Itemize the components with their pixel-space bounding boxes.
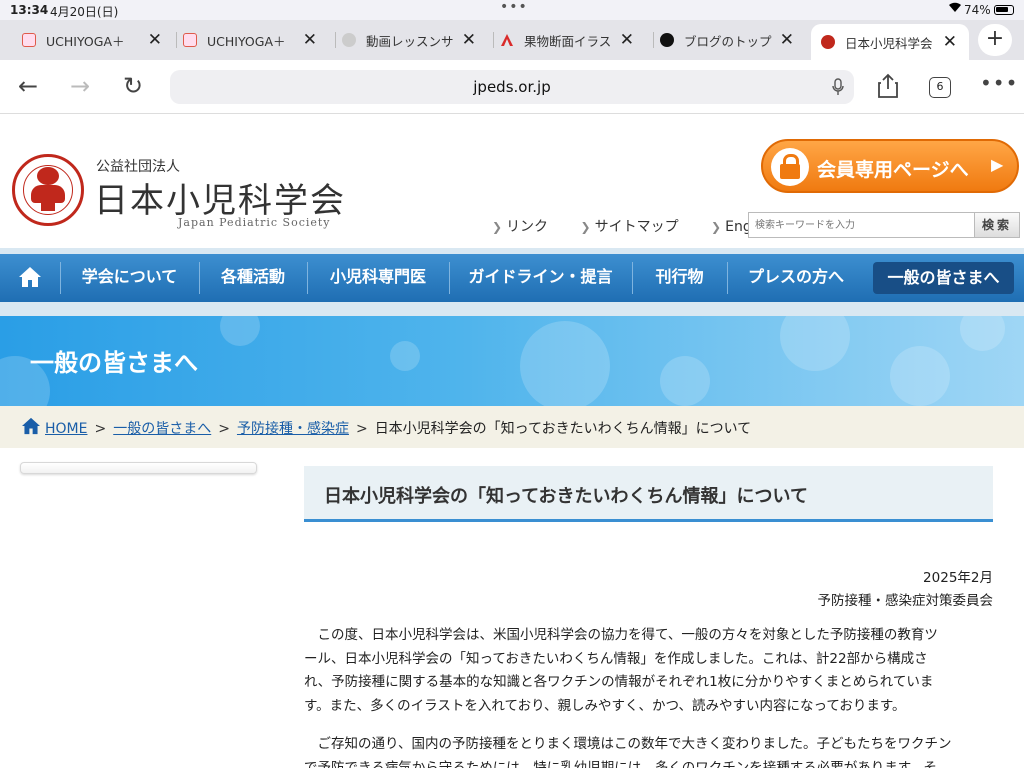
breadcrumb: HOME > 一般の皆さまへ > 予防接種・感染症 > 日本小児科学会の「知っておきたいわく… [0,406,1024,448]
member-page-button[interactable]: 会員専用ページへ ▶ [761,139,1019,193]
close-tab-icon[interactable]: ✕ [303,30,317,50]
breadcrumb-current: 日本小児科学会の「知っておきたいわくちん情報」について [374,421,752,437]
article-paragraph-1: この度、日本小児科学会は、米国小児科学会の協力を得て、一般の方々を対象とした予防… [304,624,993,720]
chevron-right-icon: ❯ [580,220,591,234]
browser-tab[interactable]: 動画レッスンサ ✕ [335,24,482,56]
chevron-right-icon: ❯ [711,220,722,234]
lock-icon [771,148,809,186]
forward-arrow-icon[interactable]: → [70,72,90,100]
breadcrumb-home-link[interactable]: HOME [45,421,87,437]
browser-tab[interactable]: UCHIYOGA＋ ✕ [22,24,168,56]
status-bar: 13:34 4月20日(日) ••• 74% [0,0,1024,20]
reload-icon[interactable]: ↻ [123,72,143,100]
article-header: 日本小児科学会の「知っておきたいわくちん情報」について [304,466,993,522]
main-nav: 学会について 各種活動 小児科専門医 ガイドライン・提言 刊行物 プレスの方へ … [0,254,1024,302]
triangle-right-icon: ▶ [991,155,1004,174]
uchiyoga-favicon-icon [183,33,197,47]
site-header: 公益社団法人 日本小児科学会 Japan Pediatric Society 会… [0,115,1024,248]
paragraph-line: す。また、多くのイラストを入れており、親しみやすく、かつ、読みやすい内容になって… [304,697,906,714]
browser-tab-bar: UCHIYOGA＋ ✕ UCHIYOGA＋ ✕ 動画レッスンサ ✕ 果物断面イラ… [0,20,1024,60]
hero-banner: 一般の皆さまへ [0,316,1024,406]
member-page-label: 会員専用ページへ [817,159,969,181]
close-tab-icon[interactable]: ✕ [943,32,957,52]
paragraph-line: この度、日本小児科学会は、米国小児科学会の協力を得て、一般の方々を対象とした予防… [304,627,938,643]
chevron-right-icon: ❯ [492,220,503,234]
nav-item-activities[interactable]: 各種活動 [199,254,307,302]
browser-toolbar: ← → ↻ jpeds.or.jp 6 ••• [0,60,1024,114]
microphone-icon[interactable] [832,70,844,108]
org-name[interactable]: 日本小児科学会 [94,173,346,222]
article-date: 2025年2月 [923,570,993,586]
adobe-favicon-icon [500,33,514,47]
browser-tab-active[interactable]: 日本小児科学会 ✕ [811,24,969,60]
nav-item-about[interactable]: 学会について [60,254,199,302]
url-text: jpeds.or.jp [473,78,551,96]
new-tab-button[interactable]: + [978,24,1012,56]
battery-percent: 74% [964,3,991,17]
more-options-icon[interactable]: ••• [980,71,1018,95]
tab-title: 動画レッスンサ [366,33,454,49]
home-icon [21,417,41,439]
article-paragraph-2: ご存知の通り、国内の予防接種をとりまく環境はこの数年で大きく変わりました。子ども… [304,733,993,768]
nav-home-button[interactable] [0,254,60,302]
nav-bottom-strip [0,302,1024,316]
status-time: 13:34 [10,3,49,17]
link-sitemap[interactable]: ❯ サイトマップ [581,219,693,235]
link-links[interactable]: ❯ リンク [492,219,562,235]
browser-tab[interactable]: UCHIYOGA＋ ✕ [176,24,323,56]
back-arrow-icon[interactable]: ← [18,72,38,100]
paragraph-line: れ、予防接種に関する基本的な知識と各ワクチンの情報がそれぞれ1枚に分かりやすくま… [304,674,934,690]
battery-icon [994,5,1014,15]
blog-favicon-icon [660,33,674,47]
share-icon[interactable] [876,73,900,105]
paragraph-line: ご存知の通り、国内の予防接種をとりまく環境はこの数年で大きく変わりました。子ども… [304,736,952,752]
hero-title: 一般の皆さまへ [30,349,198,377]
tab-title: ブログのトップ [684,33,772,49]
nav-item-press[interactable]: プレスの方へ [727,254,865,302]
globe-favicon-icon [342,33,356,47]
society-logo-icon[interactable] [12,154,84,226]
tab-title: UCHIYOGA＋ [207,33,286,49]
nav-item-guidelines[interactable]: ガイドライン・提言 [449,254,632,302]
breadcrumb-vaccination-link[interactable]: 予防接種・感染症 [237,421,349,437]
article-committee: 予防接種・感染症対策委員会 [817,593,994,609]
jps-favicon-icon [821,35,835,49]
nav-item-publications[interactable]: 刊行物 [632,254,727,302]
uchiyoga-favicon-icon [22,33,36,47]
sidebar-menu [20,462,257,474]
article-title: 日本小児科学会の「知っておきたいわくちん情報」について [324,486,809,507]
tab-title: UCHIYOGA＋ [46,33,125,49]
close-tab-icon[interactable]: ✕ [780,30,794,50]
nav-item-specialist[interactable]: 小児科専門医 [307,254,449,302]
close-tab-icon[interactable]: ✕ [620,30,634,50]
wifi-icon [948,1,962,17]
search-input[interactable] [748,212,978,238]
status-date: 4月20日(日) [50,5,119,19]
paragraph-line: で予防できる病気から守るためには、特に乳幼児期には、多くのワクチンを接種する必要… [304,759,937,768]
close-tab-icon[interactable]: ✕ [148,30,162,50]
breadcrumb-public-link[interactable]: 一般の皆さまへ [113,421,211,437]
browser-tab[interactable]: ブログのトップ ✕ [653,24,800,56]
tab-title: 日本小児科学会 [845,35,933,51]
address-bar[interactable]: jpeds.or.jp [170,70,854,104]
home-icon [19,267,41,287]
browser-tab[interactable]: 果物断面イラス ✕ [493,24,640,56]
close-tab-icon[interactable]: ✕ [462,30,476,50]
org-name-en: Japan Pediatric Society [178,216,331,229]
search-button[interactable]: 検索 [974,212,1020,238]
multitasking-dots-icon[interactable]: ••• [500,0,528,15]
tab-overview-button[interactable]: 6 [929,77,951,98]
paragraph-line: ール、日本小児科学会の「知っておきたいわくちん情報」を作成しました。これは、計2… [304,650,928,667]
tab-title: 果物断面イラス [524,33,612,49]
nav-item-public[interactable]: 一般の皆さまへ [873,262,1014,294]
